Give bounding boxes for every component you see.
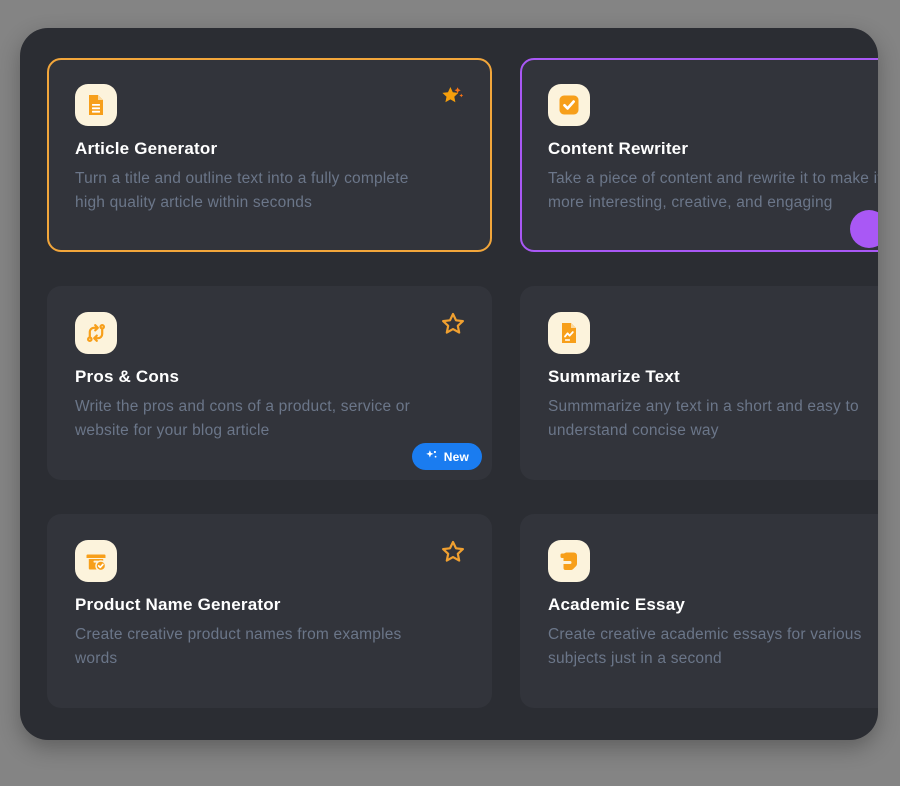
card-description: Summmarize any text in a short and easy … — [548, 395, 878, 443]
document-icon — [75, 84, 117, 126]
card-title: Summarize Text — [548, 367, 878, 387]
summary-document-icon — [548, 312, 590, 354]
swap-arrows-icon — [75, 312, 117, 354]
checkbox-icon — [548, 84, 590, 126]
favorite-button[interactable] — [438, 310, 468, 340]
purple-cursor-dot — [850, 210, 878, 248]
card-title: Product Name Generator — [75, 595, 464, 615]
card-article-generator[interactable]: Article Generator Turn a title and outli… — [47, 58, 492, 252]
card-summarize-text[interactable]: Summarize Text Summmarize any text in a … — [520, 286, 878, 480]
scroll-icon — [548, 540, 590, 582]
card-academic-essay[interactable]: Academic Essay Create creative academic … — [520, 514, 878, 708]
card-title: Content Rewriter — [548, 139, 878, 159]
card-content-rewriter[interactable]: Content Rewriter Take a piece of content… — [520, 58, 878, 252]
card-description: Create creative academic essays for vari… — [548, 623, 878, 671]
star-outline-icon — [439, 310, 467, 341]
favorite-button[interactable] — [436, 84, 466, 114]
tools-panel: Article Generator Turn a title and outli… — [20, 28, 878, 740]
card-title: Article Generator — [75, 139, 464, 159]
sparkle-icon — [425, 449, 438, 465]
tools-grid: Article Generator Turn a title and outli… — [47, 58, 878, 708]
package-check-icon — [75, 540, 117, 582]
card-title: Academic Essay — [548, 595, 878, 615]
card-product-name-generator[interactable]: Product Name Generator Create creative p… — [47, 514, 492, 708]
star-outline-icon — [439, 538, 467, 569]
card-description: Take a piece of content and rewrite it t… — [548, 167, 878, 215]
favorite-button[interactable] — [438, 538, 468, 568]
card-description: Turn a title and outline text into a ful… — [75, 167, 464, 215]
card-description: Write the pros and cons of a product, se… — [75, 395, 464, 443]
star-filled-sparkle-icon — [437, 84, 465, 115]
card-title: Pros & Cons — [75, 367, 464, 387]
new-badge: New — [412, 443, 482, 470]
new-badge-label: New — [444, 450, 469, 464]
card-pros-and-cons[interactable]: Pros & Cons Write the pros and cons of a… — [47, 286, 492, 480]
card-description: Create creative product names from examp… — [75, 623, 464, 671]
